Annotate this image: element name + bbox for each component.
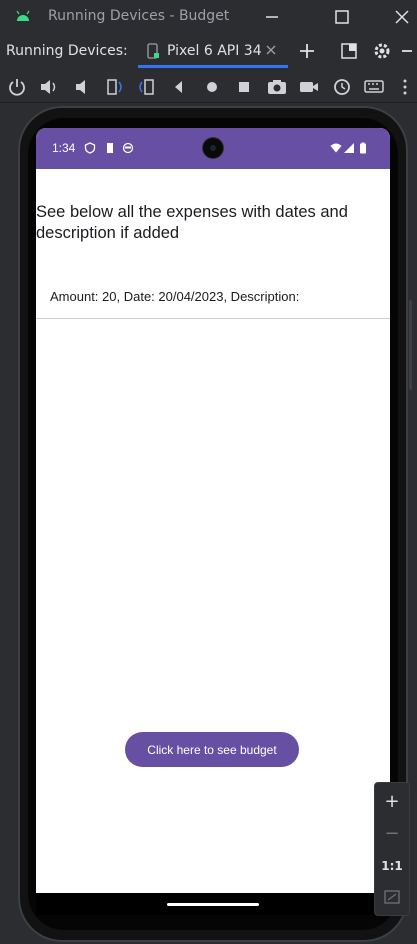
zoom-in-button[interactable]: + (375, 787, 409, 817)
sd-card-icon (107, 143, 113, 153)
zoom-controls: + − 1:1 (374, 782, 410, 916)
device-toolbar (0, 72, 417, 102)
window-title: Running Devices - Budget (48, 8, 230, 24)
battery-icon (360, 142, 366, 154)
close-tab-icon[interactable] (264, 43, 278, 57)
volume-down-icon[interactable] (70, 75, 94, 99)
more-icon[interactable] (397, 75, 413, 99)
tab-bar: Running Devices: Pixel 6 API 34 (0, 34, 417, 68)
rotate-left-icon[interactable] (102, 75, 126, 99)
signal-icon (344, 143, 354, 153)
wifi-icon (330, 143, 342, 153)
device-icon (147, 43, 159, 59)
home-icon[interactable] (200, 75, 224, 99)
status-time: 1:34 (52, 141, 76, 155)
add-icon[interactable] (295, 39, 319, 63)
status-bar: 1:34 (36, 128, 390, 169)
layout-icon[interactable] (337, 39, 361, 63)
see-budget-button[interactable]: Click here to see budget (125, 732, 299, 767)
snapshot-icon[interactable] (330, 75, 354, 99)
scrollbar[interactable] (409, 300, 412, 390)
expense-text: Amount: 20, Date: 20/04/2023, Descriptio… (50, 289, 300, 304)
active-tab-indicator (138, 65, 288, 68)
face-icon (122, 142, 134, 154)
minimize-panel-icon[interactable] (398, 39, 417, 63)
maximize-icon[interactable] (330, 5, 354, 29)
zoom-out-button[interactable]: − (375, 819, 409, 849)
volume-up-icon[interactable] (37, 75, 61, 99)
phone-screen[interactable]: 1:34 See below all the expenses with dat… (36, 128, 390, 915)
navigation-bar (36, 893, 390, 915)
android-icon (16, 10, 30, 21)
zoom-actual-size-button[interactable]: 1:1 (375, 851, 409, 881)
minimize-icon[interactable] (260, 5, 284, 29)
close-window-icon[interactable] (390, 5, 414, 29)
gear-icon[interactable] (370, 39, 394, 63)
power-icon[interactable] (5, 75, 29, 99)
screen-record-icon[interactable] (297, 75, 321, 99)
front-camera (202, 137, 224, 159)
shield-icon (84, 142, 96, 154)
expenses-heading: See below all the expenses with dates an… (36, 203, 348, 242)
running-devices-label: Running Devices: (6, 43, 128, 59)
gesture-handle[interactable] (167, 903, 259, 906)
screenshot-icon[interactable] (265, 75, 289, 99)
keyboard-icon[interactable] (362, 75, 386, 99)
list-item[interactable]: Amount: 20, Date: 20/04/2023, Descriptio… (36, 282, 390, 319)
tab-pixel-6[interactable]: Pixel 6 API 34 (138, 34, 288, 68)
title-bar: Running Devices - Budget (0, 0, 417, 34)
fit-screen-icon[interactable] (384, 889, 400, 905)
rotate-right-icon[interactable] (135, 75, 159, 99)
overview-icon[interactable] (232, 75, 256, 99)
tab-label: Pixel 6 API 34 (167, 43, 262, 59)
back-icon[interactable] (167, 75, 191, 99)
